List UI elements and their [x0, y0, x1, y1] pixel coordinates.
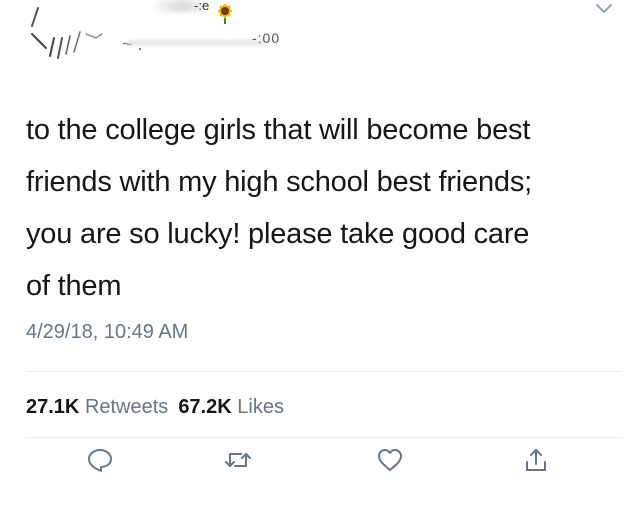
tweet-text-line: of them: [26, 270, 122, 302]
tweet-header: -:e ~ . -:00: [0, 0, 640, 80]
tweet-text-line: to the college girls that will become be…: [26, 114, 531, 146]
likes-count: 67.2K: [178, 396, 232, 418]
tweet-text: to the college girls that will become be…: [26, 104, 626, 312]
chevron-down-icon[interactable]: [594, 2, 614, 16]
retweets-count: 27.1K: [26, 396, 80, 418]
display-name[interactable]: -:e: [194, 0, 209, 13]
retweets-label: Retweets: [84, 396, 169, 418]
divider: [26, 371, 622, 372]
tweet-stats: 27.1K Retweets 67.2K Likes: [26, 396, 284, 419]
likes-stat[interactable]: 67.2K Likes: [178, 396, 284, 418]
tweet-text-line: you are so lucky! please take good care: [26, 218, 530, 250]
retweet-button[interactable]: [218, 440, 258, 480]
heart-icon: [378, 449, 402, 471]
tweet-actions: [0, 440, 640, 500]
likes-label: Likes: [237, 396, 284, 418]
handle[interactable]: -:00: [252, 30, 280, 46]
tweet-timestamp[interactable]: 4/29/18, 10:49 AM: [26, 321, 188, 344]
tweet-text-line: friends with my high school best friends…: [26, 166, 532, 198]
reply-button[interactable]: [80, 440, 120, 480]
share-icon: [526, 449, 546, 471]
handle-redacted: [126, 40, 266, 46]
avatar[interactable]: [24, 4, 114, 64]
retweet-icon: [225, 453, 251, 467]
share-button[interactable]: [516, 440, 556, 480]
like-button[interactable]: [370, 440, 410, 480]
reply-icon: [88, 449, 112, 472]
sunflower-icon: [218, 4, 232, 24]
divider: [26, 437, 622, 438]
retweets-stat[interactable]: 27.1K Retweets: [26, 396, 168, 418]
